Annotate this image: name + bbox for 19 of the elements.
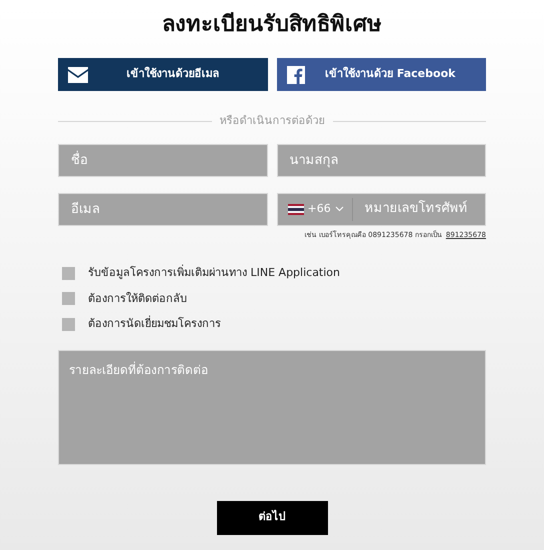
- chevron-down-icon: [334, 206, 344, 212]
- divider-text: หรือดำเนินการต่อด้วย: [220, 113, 324, 129]
- checkbox[interactable]: [62, 318, 75, 331]
- details-field[interactable]: รายละเอียดที่ต้องการติดต่อ: [58, 350, 486, 464]
- thai-flag-icon: [288, 204, 304, 214]
- facebook-icon: [286, 66, 304, 84]
- checkbox-label: รับข้อมูลโครงการเพิ่มเติมผ่านทาง LINE Application: [88, 265, 340, 281]
- email-field[interactable]: อีเมล: [58, 192, 268, 226]
- page-title: ลงทะเบียนรับสิทธิพิเศษ: [162, 11, 382, 39]
- first-name-field[interactable]: ชื่อ: [58, 144, 268, 176]
- checkbox-label: ต้องการนัดเยี่ยมชมโครงการ: [88, 316, 221, 332]
- last-name-field[interactable]: นามสกุล: [276, 144, 486, 176]
- email-login-button[interactable]: เข้าใช้งานด้วยอีเมล: [58, 58, 268, 91]
- checkbox-label: ต้องการให้ติดต่อกลับ: [88, 290, 187, 306]
- checkbox[interactable]: [62, 266, 75, 280]
- checkbox[interactable]: [62, 292, 75, 306]
- mail-icon: [68, 66, 88, 82]
- next-button[interactable]: ต่อไป: [216, 500, 328, 534]
- facebook-login-button[interactable]: เข้าใช้งานด้วย Facebook: [276, 58, 486, 91]
